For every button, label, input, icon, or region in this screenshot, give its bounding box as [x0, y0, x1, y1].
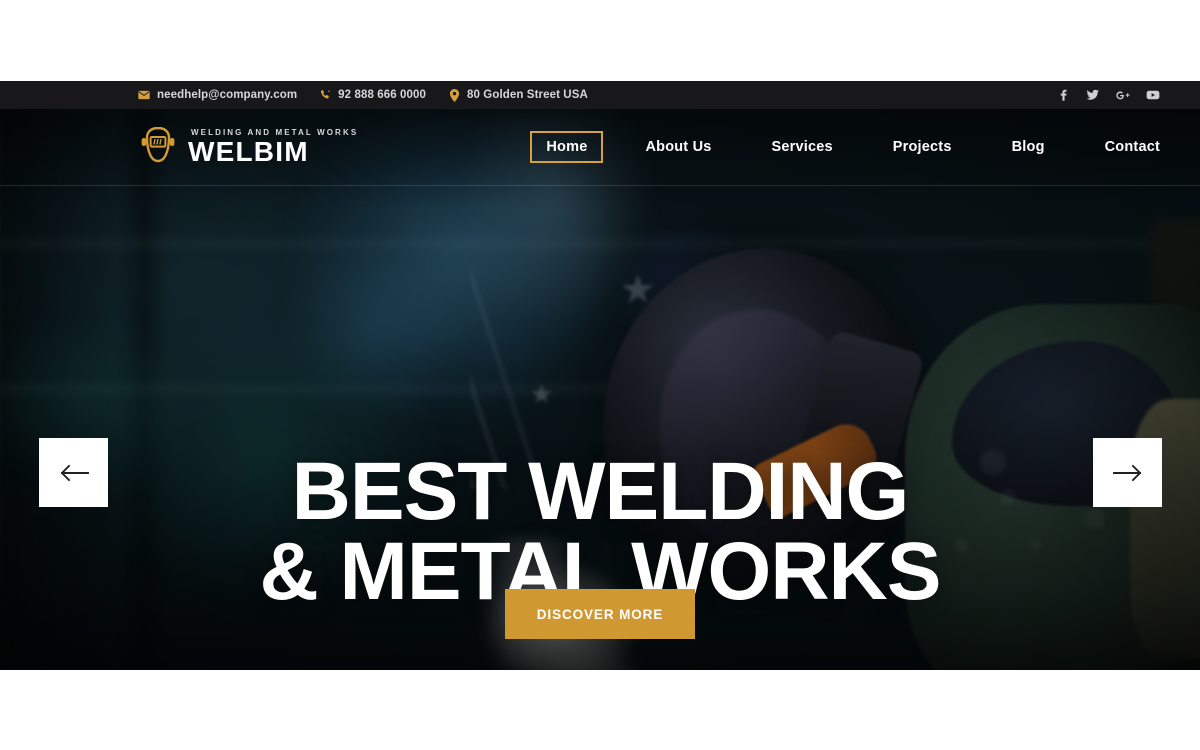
top-contact-bar: needhelp@company.com 92 888 666 0000 80 … [0, 81, 1200, 109]
contact-phone-text: 92 888 666 0000 [338, 89, 427, 101]
nav-item-services[interactable]: Services [756, 131, 849, 163]
arrow-right-icon [1112, 464, 1141, 481]
hero-slider: ★ ★ ★ [0, 109, 1200, 670]
page-root: needhelp@company.com 92 888 666 0000 80 … [0, 0, 1200, 750]
welding-helmet-icon [141, 126, 175, 163]
social-links-group [1056, 88, 1160, 102]
slider-next-button[interactable] [1093, 438, 1162, 507]
nav-item-projects[interactable]: Projects [877, 131, 968, 163]
contact-info-group: needhelp@company.com 92 888 666 0000 80 … [138, 88, 588, 102]
site-logo[interactable]: WELDING AND METAL WORKS WELBIM [138, 126, 358, 168]
logo-name: WELBIM [188, 136, 309, 167]
contact-address-text: 80 Golden Street USA [467, 89, 588, 101]
main-navigation: Home About Us Services Projects Blog Con… [518, 131, 1160, 163]
phone-icon [319, 89, 331, 101]
hero-background-photo: ★ ★ ★ [0, 109, 1200, 670]
discover-more-button[interactable]: DISCOVER MORE [505, 589, 695, 639]
photo-vignette [0, 109, 1200, 670]
twitter-icon[interactable] [1086, 88, 1100, 102]
arrow-left-icon [60, 464, 89, 481]
top-white-spacer [0, 0, 1200, 81]
nav-item-contact[interactable]: Contact [1089, 131, 1160, 163]
logo-text-block: WELDING AND METAL WORKS WELBIM [188, 128, 358, 166]
facebook-icon[interactable] [1056, 88, 1070, 102]
contact-address[interactable]: 80 Golden Street USA [448, 88, 588, 102]
nav-item-about-us[interactable]: About Us [629, 131, 727, 163]
slider-prev-button[interactable] [39, 438, 108, 507]
envelope-icon [138, 89, 150, 101]
contact-email-text: needhelp@company.com [157, 89, 298, 101]
contact-phone[interactable]: 92 888 666 0000 [319, 89, 426, 101]
map-pin-icon [448, 88, 460, 102]
nav-item-home[interactable]: Home [530, 131, 604, 163]
site-header: WELDING AND METAL WORKS WELBIM Home Abou… [0, 109, 1200, 186]
nav-item-blog[interactable]: Blog [996, 131, 1061, 163]
bottom-white-spacer [0, 670, 1200, 750]
google-plus-icon[interactable] [1116, 88, 1130, 102]
youtube-icon[interactable] [1146, 88, 1160, 102]
contact-email[interactable]: needhelp@company.com [138, 89, 297, 101]
